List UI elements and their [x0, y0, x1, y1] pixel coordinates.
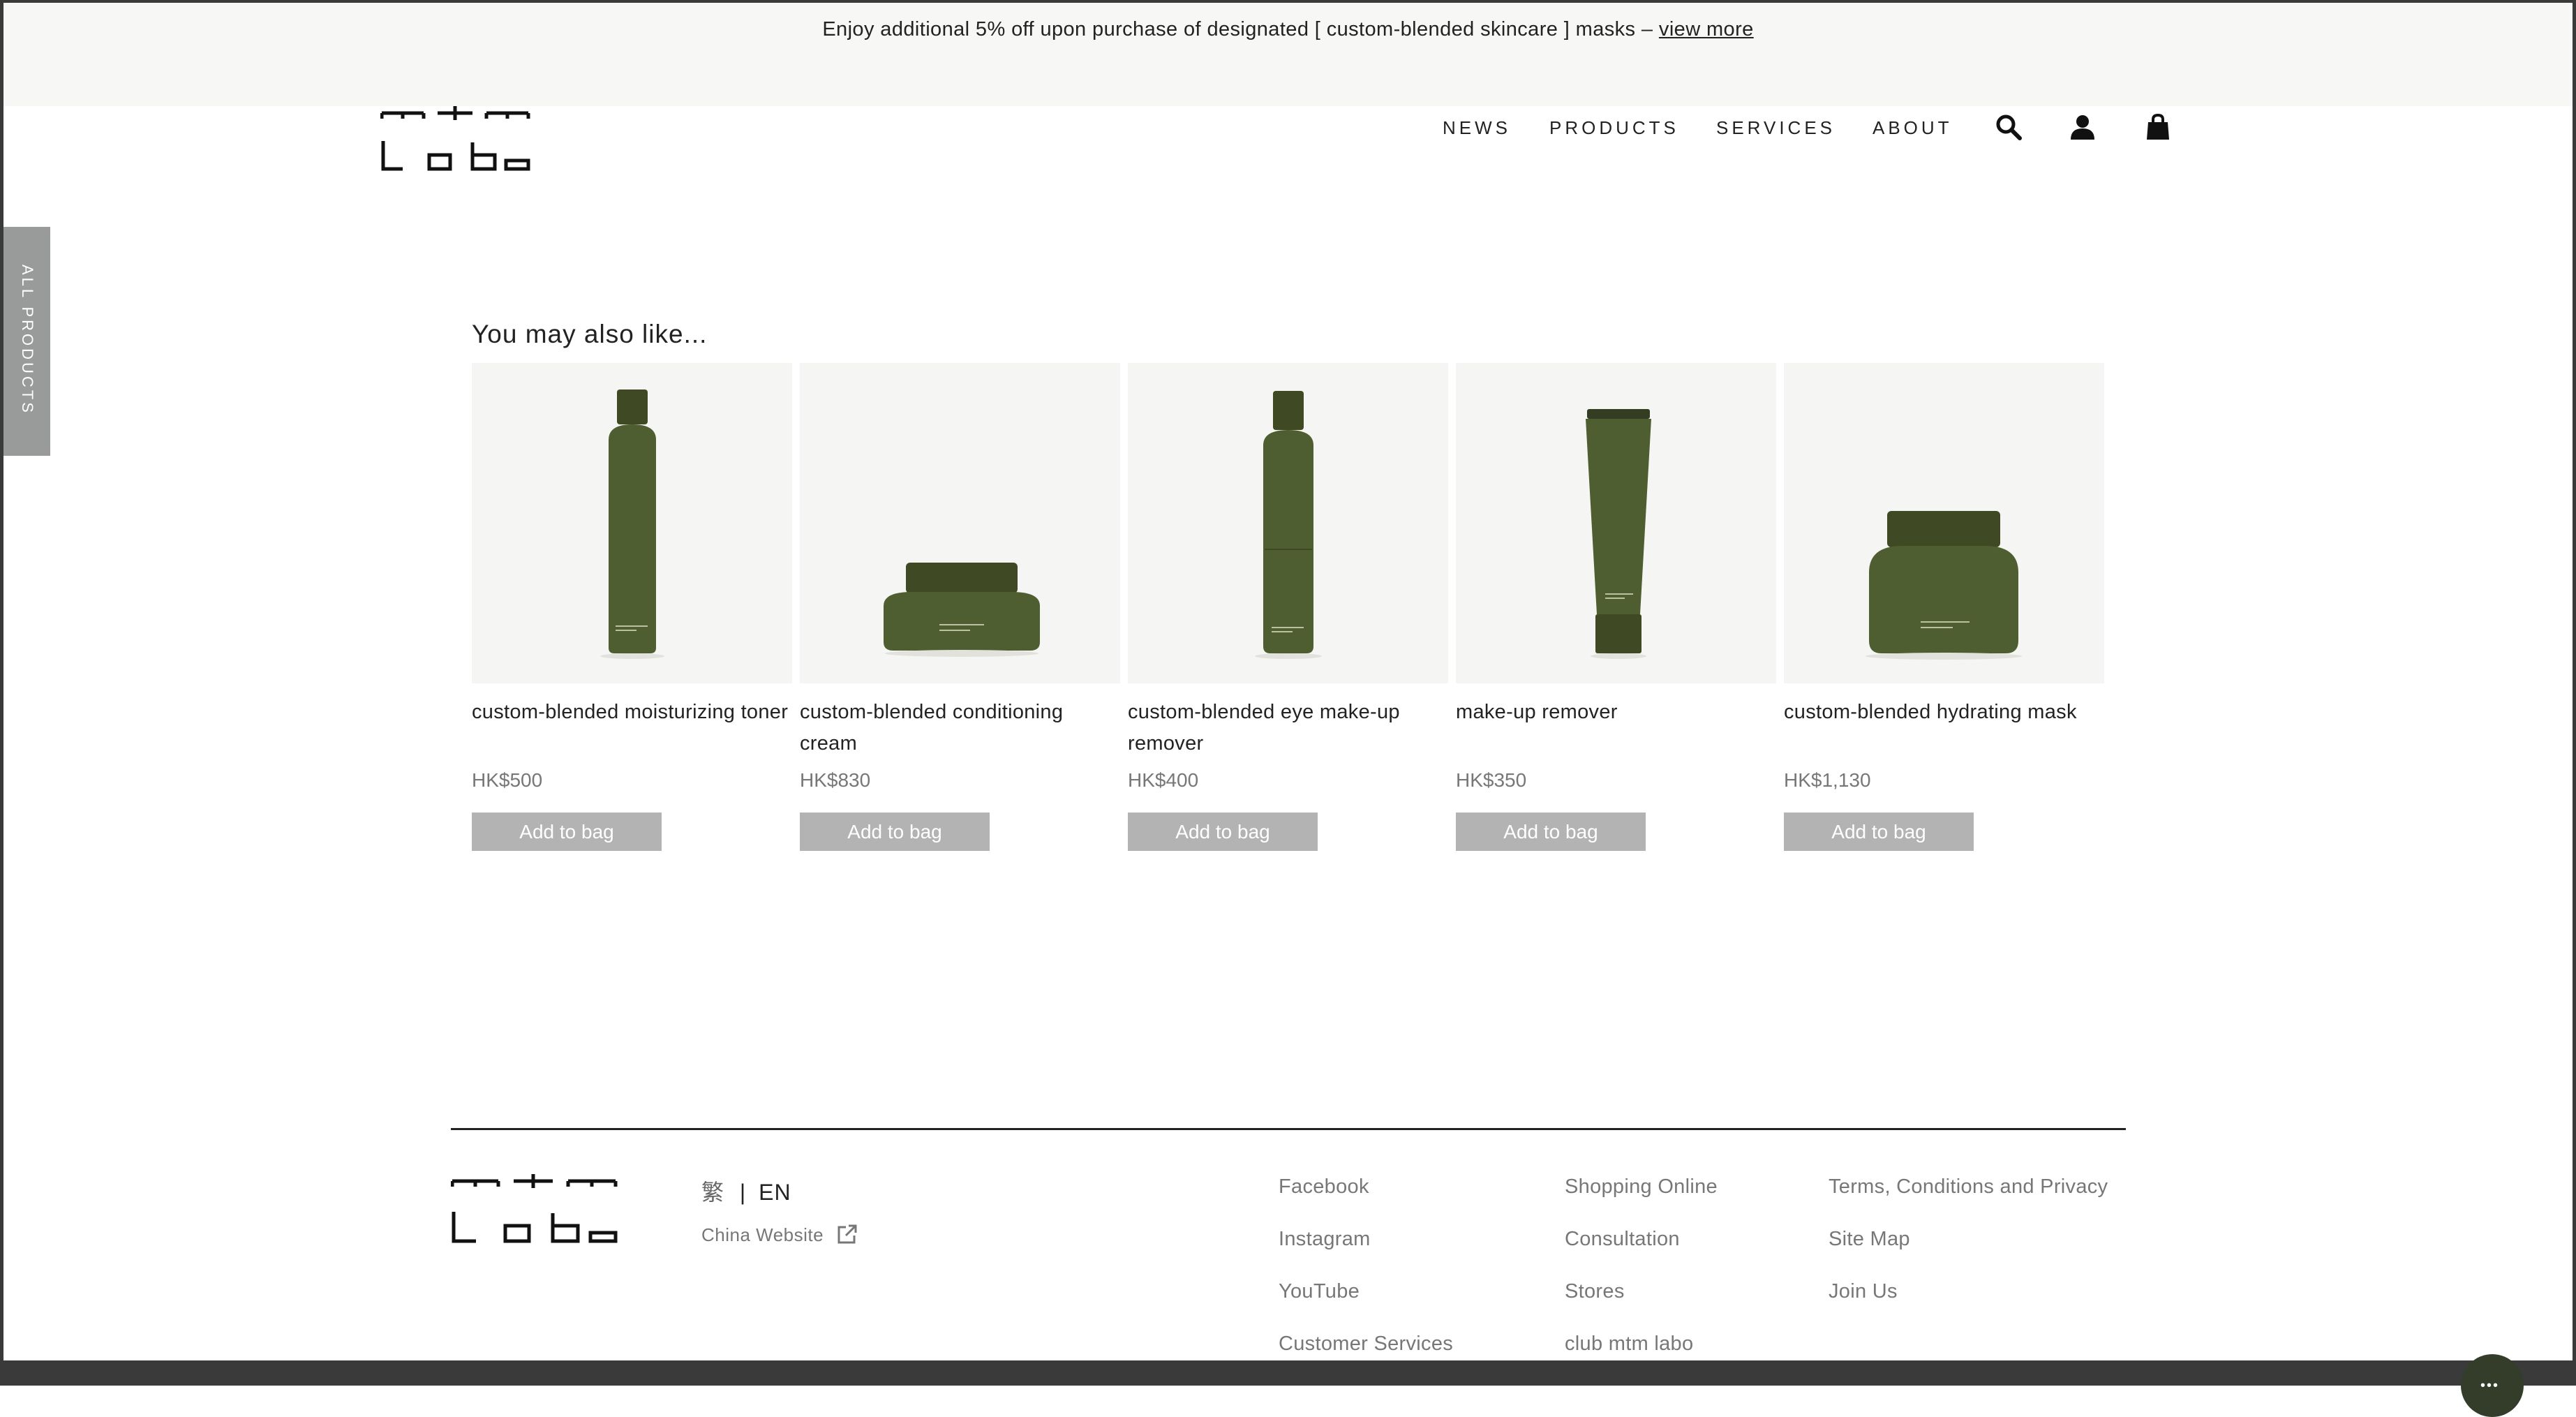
product-image[interactable]	[1128, 363, 1448, 683]
product-image[interactable]	[1456, 363, 1776, 683]
recommendations-title: You may also like...	[472, 320, 708, 348]
external-link-icon	[837, 1224, 857, 1244]
all-products-side-tab[interactable]: ALL PRODUCTS	[3, 227, 50, 456]
account-icon[interactable]	[2069, 113, 2097, 141]
product-name[interactable]: custom-blended eye make-up remover	[1128, 697, 1448, 759]
footer-link-shopping-online[interactable]: Shopping Online	[1565, 1175, 1718, 1199]
add-to-bag-button[interactable]: Add to bag	[1784, 813, 1974, 851]
lang-en-option[interactable]: EN	[759, 1180, 791, 1205]
chat-button[interactable]: •••	[2461, 1354, 2524, 1417]
language-switcher: 繁 | EN	[701, 1175, 791, 1207]
footer-link-facebook[interactable]: Facebook	[1279, 1175, 1369, 1199]
window-frame-right	[2573, 0, 2576, 1386]
add-to-bag-button[interactable]: Add to bag	[1456, 813, 1646, 851]
nav-services[interactable]: SERVICES	[1716, 117, 1836, 139]
promo-text-line: Enjoy additional 5% off upon purchase of…	[3, 18, 2573, 41]
product-card: make-up remover HK$350 Add to bag	[1456, 363, 1776, 852]
product-card: custom-blended hydrating mask HK$1,130 A…	[1784, 363, 2104, 852]
china-website-link[interactable]: China Website	[701, 1223, 858, 1246]
product-card: custom-blended conditioning cream HK$830…	[800, 363, 1120, 852]
product-image[interactable]	[472, 363, 792, 683]
footer-link-instagram[interactable]: Instagram	[1279, 1228, 1371, 1251]
product-price: HK$400	[1128, 769, 1199, 791]
add-to-bag-button[interactable]: Add to bag	[1128, 813, 1318, 851]
mtm-labo-logo[interactable]	[380, 105, 531, 172]
bottle-icon	[1255, 391, 1322, 659]
mtm-labo-footer-logo[interactable]	[451, 1173, 618, 1244]
product-price: HK$1,130	[1784, 769, 1871, 791]
lang-zh-option[interactable]: 繁	[701, 1180, 724, 1205]
product-name[interactable]: custom-blended hydrating mask	[1784, 697, 2104, 728]
chat-icon: •••	[2480, 1378, 2500, 1393]
search-icon[interactable]	[1995, 113, 2023, 141]
footer-link-consultation[interactable]: Consultation	[1565, 1228, 1680, 1251]
jar-icon	[884, 563, 1040, 657]
product-image[interactable]	[1784, 363, 2104, 683]
footer-link-stores[interactable]: Stores	[1565, 1280, 1625, 1303]
tube-icon	[1586, 409, 1651, 659]
add-to-bag-button[interactable]: Add to bag	[800, 813, 990, 851]
nav-about[interactable]: ABOUT	[1873, 117, 1953, 139]
window-frame-left	[0, 0, 3, 1386]
bag-icon[interactable]	[2144, 113, 2172, 141]
product-name[interactable]: custom-blended conditioning cream	[800, 697, 1120, 759]
product-name[interactable]: make-up remover	[1456, 697, 1776, 728]
add-to-bag-button[interactable]: Add to bag	[472, 813, 662, 851]
lang-separator: |	[739, 1180, 747, 1205]
footer-link-terms[interactable]: Terms, Conditions and Privacy	[1829, 1175, 2108, 1199]
product-name[interactable]: custom-blended moisturizing toner	[472, 697, 792, 728]
footer-link-join-us[interactable]: Join Us	[1829, 1280, 1898, 1303]
promo-message: Enjoy additional 5% off upon purchase of…	[822, 18, 1653, 40]
product-card: custom-blended eye make-up remover HK$40…	[1128, 363, 1448, 852]
china-website-label: China Website	[701, 1224, 824, 1245]
promo-view-more-link[interactable]: view more	[1659, 18, 1754, 40]
side-tab-label: ALL PRODUCTS	[19, 265, 36, 415]
nav-news[interactable]: NEWS	[1443, 117, 1511, 139]
jar-icon	[1866, 511, 2022, 660]
product-price: HK$830	[800, 769, 871, 791]
product-card: custom-blended moisturizing toner HK$500…	[472, 363, 792, 852]
footer-divider	[451, 1128, 2126, 1130]
product-image[interactable]	[800, 363, 1120, 683]
product-price: HK$500	[472, 769, 543, 791]
footer-link-customer-services[interactable]: Customer Services	[1279, 1333, 1453, 1356]
footer-link-site-map[interactable]: Site Map	[1829, 1228, 1910, 1251]
product-price: HK$350	[1456, 769, 1527, 791]
nav-products[interactable]: PRODUCTS	[1549, 117, 1679, 139]
footer-link-club[interactable]: club mtm labo	[1565, 1333, 1693, 1356]
window-frame-bottom	[0, 1360, 2576, 1386]
footer-link-youtube[interactable]: YouTube	[1279, 1280, 1360, 1303]
bottle-icon	[600, 390, 664, 659]
promo-banner: Enjoy additional 5% off upon purchase of…	[3, 3, 2573, 106]
